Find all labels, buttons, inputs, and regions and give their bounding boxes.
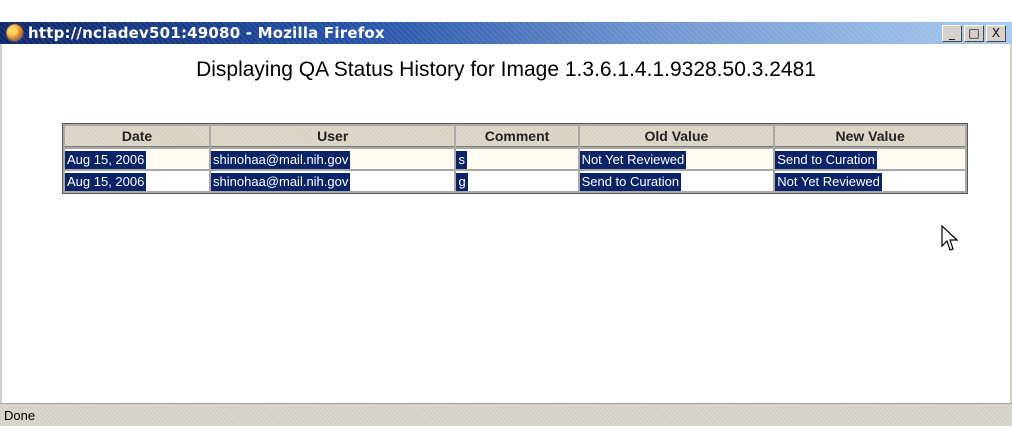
page-title: Displaying QA Status History for Image 1… — [196, 58, 816, 81]
close-button[interactable]: X — [986, 25, 1006, 42]
table-header-row: Date User Comment Old Value New Value — [65, 126, 965, 147]
cell-comment: g — [456, 171, 578, 191]
title-bar[interactable]: http://nciadev501:49080 - Mozilla Firefo… — [0, 22, 1012, 44]
window-controls: _ □ X — [942, 25, 1006, 42]
table-row: Aug 15, 2006 shinohaa@mail.nih.gov s Not… — [65, 149, 965, 169]
cell-comment: s — [456, 149, 578, 169]
column-header-new-value: New Value — [775, 126, 965, 147]
column-header-date: Date — [65, 126, 210, 147]
date-value: Aug 15, 2006 — [65, 150, 147, 169]
column-header-old-value: Old Value — [579, 126, 774, 147]
minimize-button[interactable]: _ — [942, 25, 962, 42]
old-value: Not Yet Reviewed — [579, 150, 687, 169]
firefox-icon — [6, 24, 24, 42]
cell-user: shinohaa@mail.nih.gov — [211, 171, 455, 191]
new-value: Send to Curation — [775, 150, 877, 169]
window-title: http://nciadev501:49080 - Mozilla Firefo… — [28, 24, 385, 42]
qa-status-history-table: Date User Comment Old Value New Value Au… — [62, 123, 968, 194]
cell-old-value: Not Yet Reviewed — [579, 149, 774, 169]
browser-window: http://nciadev501:49080 - Mozilla Firefo… — [0, 0, 1012, 437]
cell-user: shinohaa@mail.nih.gov — [211, 149, 455, 169]
window-left-border — [0, 44, 2, 403]
mouse-cursor-icon — [941, 224, 959, 251]
date-value: Aug 15, 2006 — [65, 172, 147, 191]
column-header-user: User — [211, 126, 455, 147]
user-value: shinohaa@mail.nih.gov — [211, 172, 351, 191]
cell-old-value: Send to Curation — [579, 171, 774, 191]
column-header-comment: Comment — [456, 126, 578, 147]
comment-value: s — [456, 150, 467, 169]
cell-new-value: Not Yet Reviewed — [775, 171, 965, 191]
cell-new-value: Send to Curation — [775, 149, 965, 169]
cell-date: Aug 15, 2006 — [65, 149, 210, 169]
cell-date: Aug 15, 2006 — [65, 171, 210, 191]
comment-value: g — [456, 172, 468, 191]
status-text: Done — [4, 408, 36, 423]
new-value: Not Yet Reviewed — [775, 172, 882, 191]
old-value: Send to Curation — [579, 172, 682, 191]
maximize-button[interactable]: □ — [964, 25, 984, 42]
user-value: shinohaa@mail.nih.gov — [211, 150, 351, 169]
status-bar: Done — [0, 403, 1012, 426]
table-row: Aug 15, 2006 shinohaa@mail.nih.gov g Sen… — [65, 171, 965, 191]
